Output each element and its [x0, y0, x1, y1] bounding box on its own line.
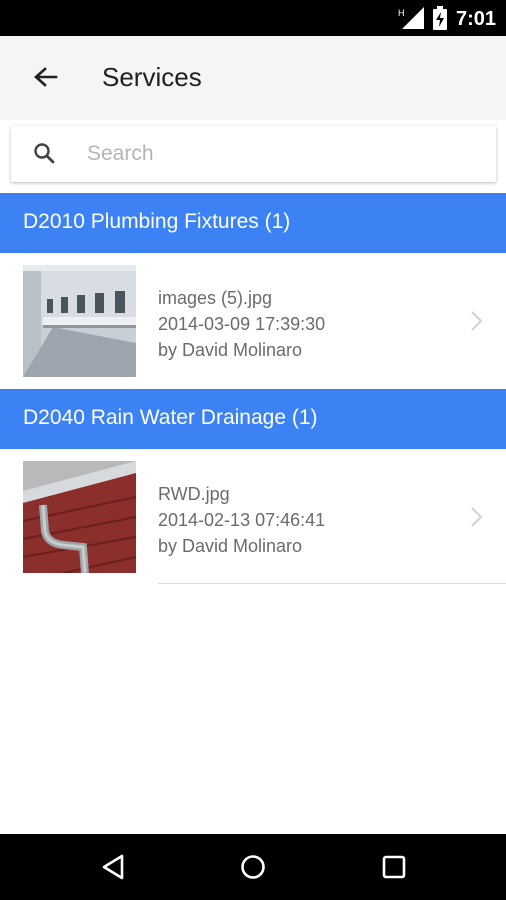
nav-recents-icon[interactable] [377, 850, 411, 884]
list-item-details: images (5).jpg 2014-03-09 17:39:30 by Da… [158, 285, 325, 363]
file-author: by David Molinaro [158, 536, 303, 556]
back-button[interactable] [22, 54, 70, 102]
list-item[interactable]: images (5).jpg 2014-03-09 17:39:30 by Da… [0, 254, 506, 388]
section-header-plumbing-fixtures: D2010 Plumbing Fixtures (1) [0, 193, 506, 253]
signal-icon: H [398, 7, 424, 29]
chevron-right-icon [471, 311, 483, 331]
battery-charging-icon [433, 6, 447, 30]
app-bar: Services [0, 36, 506, 120]
file-name: images (5).jpg [158, 288, 273, 308]
list-item[interactable]: RWD.jpg 2014-02-13 07:46:41 by David Mol… [0, 450, 506, 584]
arrow-back-icon [34, 67, 58, 87]
navigation-bar [0, 834, 506, 900]
nav-back-icon[interactable] [97, 850, 131, 884]
page-title: Services [102, 62, 202, 92]
restroom-sinks-photo [23, 265, 136, 377]
network-type-badge: H [398, 8, 405, 18]
nav-home-icon[interactable] [236, 850, 270, 884]
list-divider [158, 583, 506, 584]
section-header-rain-water-drainage: D2040 Rain Water Drainage (1) [0, 389, 506, 449]
file-timestamp: 2014-03-09 17:39:30 [158, 314, 326, 334]
file-timestamp: 2014-02-13 07:46:41 [158, 510, 326, 530]
status-bar: H 7:01 [0, 0, 506, 36]
search-input[interactable] [87, 136, 467, 172]
status-time: 7:01 [456, 8, 497, 30]
file-name: RWD.jpg [158, 484, 230, 504]
search-icon [34, 143, 55, 164]
section-header-label: D2010 Plumbing Fixtures (1) [23, 210, 291, 233]
search-bar [11, 126, 496, 182]
downspout-photo [23, 461, 136, 573]
list-item-details: RWD.jpg 2014-02-13 07:46:41 by David Mol… [158, 481, 325, 559]
chevron-right-icon [471, 507, 483, 527]
file-author: by David Molinaro [158, 340, 303, 360]
section-header-label: D2040 Rain Water Drainage (1) [23, 406, 318, 429]
